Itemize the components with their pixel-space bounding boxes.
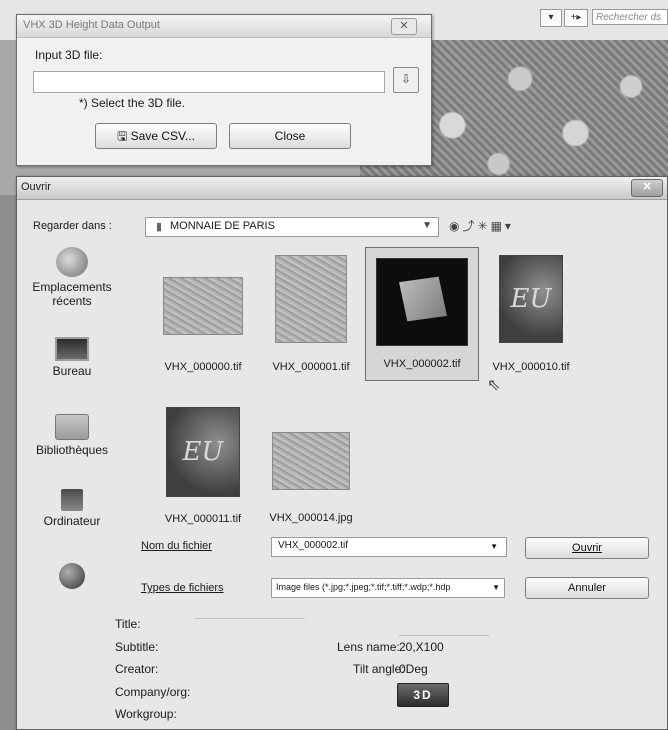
- file-type-label: Types de fichiers: [141, 582, 224, 594]
- up-folder-icon[interactable]: ⤴: [462, 219, 477, 233]
- chevron-down-icon[interactable]: ▼: [492, 583, 500, 592]
- file-name-value: VHX_000002.tif: [278, 540, 349, 551]
- place-libraries[interactable]: Bibliothèques: [17, 414, 127, 457]
- lens-name-label: Lens name:: [337, 640, 400, 654]
- select-3d-hint: *) Select the 3D file.: [79, 96, 186, 110]
- file-name: VHX_000014.jpg: [269, 512, 353, 524]
- cancel-button[interactable]: Annuler: [525, 577, 649, 599]
- file-name-input[interactable]: VHX_000002.tif ▼: [271, 537, 507, 557]
- open-button[interactable]: Ouvrir: [525, 537, 649, 559]
- tilt-angle-value: 0Deg: [399, 662, 428, 676]
- file-thumbnail: EU: [499, 255, 563, 343]
- divider: [399, 635, 489, 636]
- file-name-label: Nom du fichier: [141, 540, 212, 552]
- place-computer[interactable]: Ordinateur: [17, 489, 127, 528]
- tilt-angle-label: Tilt angle:: [353, 662, 405, 676]
- network-icon: [59, 563, 85, 589]
- vhx-titlebar: VHX 3D Height Data Output ✕: [17, 15, 431, 38]
- save-csv-button[interactable]: 🖫 Save CSV...: [95, 123, 217, 149]
- place-recent[interactable]: Emplacements récents: [17, 247, 127, 308]
- open-dialog-close-icon[interactable]: ✕: [631, 179, 663, 197]
- file-type-select[interactable]: Image files (*.jpg;*.jpeg;*.tif;*.tiff;*…: [271, 578, 505, 598]
- view-3d-button[interactable]: 3D: [397, 683, 449, 707]
- file-item[interactable]: EU VHX_000010.tif: [477, 255, 585, 383]
- look-in-dropdown[interactable]: ▮ MONNAIE DE PARIS ▼: [145, 217, 439, 237]
- look-in-value: MONNAIE DE PARIS: [170, 220, 275, 232]
- file-type-value: Image files (*.jpg;*.jpeg;*.tif;*.tiff;*…: [276, 582, 451, 592]
- file-thumbnail: [163, 277, 243, 335]
- input-3d-label: Input 3D file:: [35, 48, 103, 62]
- file-item[interactable]: EU VHX_000011.tif: [149, 407, 257, 535]
- file-item[interactable]: VHX_000000.tif: [149, 255, 257, 383]
- file-name: VHX_000000.tif: [164, 361, 242, 373]
- file-item[interactable]: VHX_000001.tif: [257, 255, 365, 383]
- place-desktop[interactable]: Bureau: [17, 331, 127, 378]
- refresh-button[interactable]: +▸: [564, 9, 588, 27]
- dropdown-arrow-button[interactable]: ▾: [540, 9, 562, 27]
- file-name: VHX_000010.tif: [492, 361, 570, 373]
- open-dialog-titlebar: Ouvrir ✕: [17, 177, 667, 200]
- file-name-label-text: Nom du fichier: [141, 540, 212, 552]
- chevron-down-icon[interactable]: ▼: [490, 542, 498, 551]
- desktop-icon: [55, 337, 89, 361]
- libraries-icon: [55, 414, 89, 440]
- vhx-dialog: VHX 3D Height Data Output ✕ Input 3D fil…: [16, 14, 432, 166]
- meta-creator-label: Creator:: [115, 662, 159, 676]
- place-desktop-label: Bureau: [52, 364, 92, 378]
- folder-icon: ▮: [156, 221, 163, 233]
- vhx-close-icon[interactable]: ✕: [391, 18, 417, 35]
- file-thumbnail: [272, 432, 350, 490]
- file-type-label-text: Types de fichiers: [141, 582, 224, 594]
- file-name: VHX_000011.tif: [164, 513, 242, 525]
- file-item-selected[interactable]: VHX_000002.tif: [365, 247, 479, 381]
- recent-places-icon: [56, 247, 88, 277]
- back-icon[interactable]: ◉: [449, 219, 462, 233]
- place-libraries-label: Bibliothèques: [35, 443, 109, 457]
- file-thumbnail: [275, 255, 347, 343]
- look-in-label: Regarder dans :: [33, 220, 112, 232]
- place-network[interactable]: [17, 563, 127, 592]
- mouse-cursor-icon: ⇖: [487, 377, 501, 394]
- open-file-dialog: Ouvrir ✕ Regarder dans : ▮ MONNAIE DE PA…: [16, 176, 668, 730]
- view-toolbar[interactable]: ◉⤴✳▦▾: [449, 217, 514, 234]
- close-button[interactable]: Close: [229, 123, 351, 149]
- input-3d-file-field[interactable]: [33, 71, 385, 93]
- place-computer-label: Ordinateur: [43, 514, 101, 528]
- search-input[interactable]: Rechercher ds: [592, 9, 668, 25]
- file-name: VHX_000002.tif: [383, 358, 461, 370]
- computer-icon: [61, 489, 83, 511]
- meta-subtitle-label: Subtitle:: [115, 640, 159, 654]
- meta-company-label: Company/org:: [115, 685, 191, 699]
- save-csv-label: Save CSV...: [130, 129, 195, 143]
- file-name: VHX_000001.tif: [272, 361, 350, 373]
- vhx-title: VHX 3D Height Data Output: [23, 19, 160, 31]
- open-dialog-title: Ouvrir: [21, 181, 51, 193]
- view-menu-icon[interactable]: ▦▾: [491, 219, 514, 233]
- search-area: ▾ +▸ Rechercher ds: [540, 6, 668, 30]
- divider: [195, 618, 305, 619]
- meta-title-label: Title:: [115, 617, 141, 631]
- file-thumbnail: EU: [166, 407, 240, 497]
- new-folder-icon[interactable]: ✳: [478, 219, 491, 233]
- place-recent-label: Emplacements récents: [32, 280, 112, 308]
- save-icon: 🖫: [117, 129, 131, 143]
- meta-workgroup-label: Workgroup:: [115, 707, 177, 721]
- lens-name-value: 20,X100: [399, 640, 444, 654]
- file-thumbnail: [376, 258, 468, 346]
- browse-file-icon[interactable]: ⇩: [393, 67, 419, 93]
- chevron-down-icon: ▼: [422, 220, 432, 231]
